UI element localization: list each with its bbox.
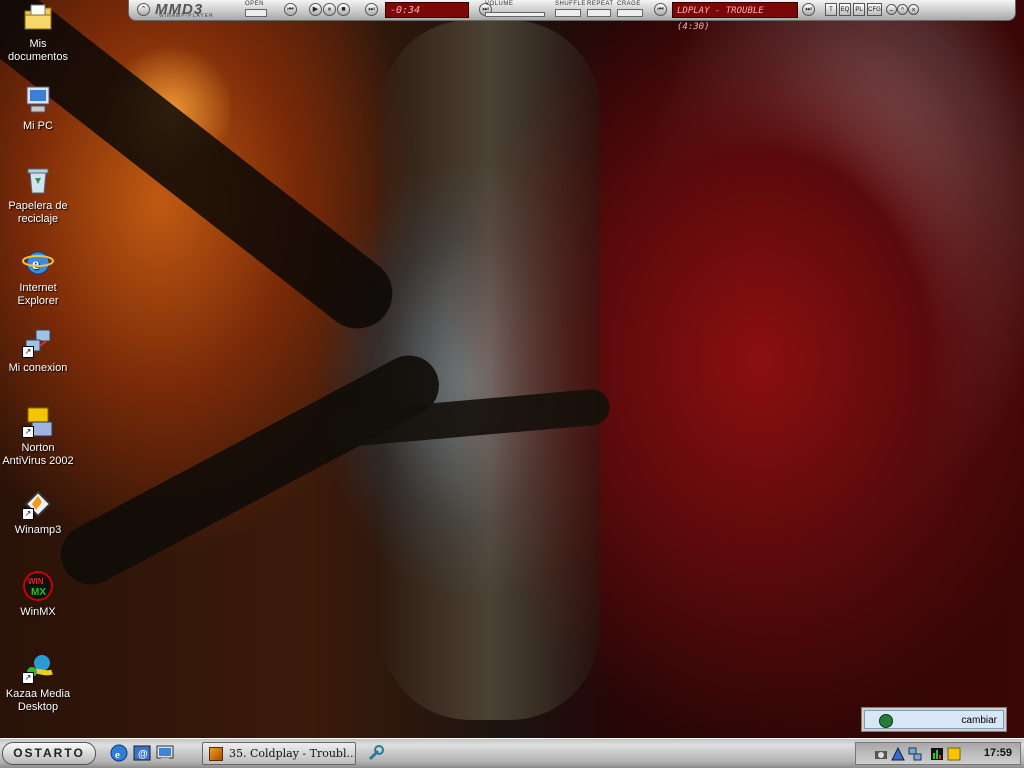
quicklaunch-desktop-icon[interactable] xyxy=(156,744,174,762)
config-button[interactable]: CFG xyxy=(867,3,882,16)
minimize-icon[interactable]: – xyxy=(886,4,897,15)
next-icon[interactable]: ⏭ xyxy=(365,3,378,16)
desktop-icon-mi-conexion[interactable]: ↗ Mi conexion xyxy=(0,326,76,375)
computer-icon xyxy=(22,84,54,116)
winamp-task-icon xyxy=(209,747,223,761)
crage-button[interactable] xyxy=(617,9,643,17)
open-button[interactable] xyxy=(245,9,267,17)
desktop-icon-label: Kazaa Media Desktop xyxy=(5,688,71,713)
desktop-icon-label: WinMX xyxy=(20,606,56,618)
desktop-icon-papelera[interactable]: Papelera de reciclaje xyxy=(0,164,76,226)
close-icon[interactable]: × xyxy=(908,4,919,15)
taskbar-item-label: 35. Coldplay - Troubl... xyxy=(229,747,356,760)
desktop-icon-label: Mis documentos xyxy=(8,38,68,63)
time-display: -0:34 xyxy=(385,2,469,18)
search-icon xyxy=(879,714,893,728)
repeat-label: REPEAT xyxy=(587,1,614,7)
svg-text:WIN: WIN xyxy=(28,577,44,586)
crage-label: CRAGE xyxy=(617,1,641,7)
t-button[interactable]: T xyxy=(825,3,837,16)
network-connection-icon: ↗ xyxy=(22,326,54,358)
repeat-button[interactable] xyxy=(587,9,611,17)
song-title-display: LDPLAY - TROUBLE (4:30) xyxy=(672,2,798,32)
playlist-button[interactable]: PL xyxy=(853,3,865,16)
shuffle-button[interactable] xyxy=(555,9,581,17)
desktop-wallpaper xyxy=(0,0,1024,740)
previous-icon[interactable]: ⏮ xyxy=(284,3,297,16)
search-deskbar[interactable]: cambiar xyxy=(861,707,1007,732)
svg-text:e: e xyxy=(115,749,120,761)
play-icon[interactable]: ▶ xyxy=(309,3,322,16)
media-player-bar[interactable]: ⌃ MMD3 WINAMP-PLAYER OPEN ⏮ ▶ ⏸ ■ ⏭ -0:3… xyxy=(128,0,1016,32)
taskbar-tool-icon[interactable] xyxy=(367,744,385,762)
player-menu-icon[interactable]: ⌃ xyxy=(137,3,150,16)
desktop-icon-label: Papelera de reciclaje xyxy=(8,200,68,225)
song-prev-icon[interactable]: ⏮ xyxy=(654,3,667,16)
kazaa-icon: ↗ xyxy=(22,652,54,684)
shortcut-arrow-icon: ↗ xyxy=(22,672,34,684)
network-tray-icon[interactable] xyxy=(908,747,922,761)
start-button[interactable]: OSTARTO xyxy=(2,742,96,765)
winmx-icon: WIN MX xyxy=(22,570,54,602)
svg-text:e: e xyxy=(32,256,39,273)
stop-icon[interactable]: ■ xyxy=(337,3,350,16)
internet-explorer-icon: e xyxy=(22,246,54,278)
search-input[interactable]: cambiar xyxy=(864,710,1004,729)
desktop-icon-winmx[interactable]: WIN MX WinMX xyxy=(0,570,76,619)
clock[interactable]: 17:59 xyxy=(984,747,1012,759)
taskbar-item-coldplay[interactable]: 35. Coldplay - Troubl... xyxy=(202,742,356,765)
quicklaunch-outlook-icon[interactable]: @ xyxy=(133,744,151,762)
svg-text:@: @ xyxy=(138,749,148,760)
taskbar: OSTARTO e @ 35. Coldplay - Troubl... 17:… xyxy=(0,738,1024,768)
shortcut-arrow-icon: ↗ xyxy=(22,346,34,358)
folder-documents-icon xyxy=(22,2,54,34)
desktop-icon-label: Winamp3 xyxy=(14,524,62,536)
maximize-icon[interactable]: ^ xyxy=(897,4,908,15)
meter-tray-icon[interactable] xyxy=(930,747,944,761)
desktop-icon-label: Internet Explorer xyxy=(17,282,59,307)
quicklaunch-ie-icon[interactable]: e xyxy=(110,744,128,762)
desktop-icon-winamp3[interactable]: ↗ Winamp3 xyxy=(0,488,76,537)
shuffle-label: SHUFFLE xyxy=(555,1,586,7)
system-tray: 17:59 xyxy=(855,742,1021,765)
desktop-icon-label: Norton AntiVirus 2002 xyxy=(2,442,74,467)
song-next-icon[interactable]: ⏭ xyxy=(802,3,815,16)
eq-button[interactable]: EQ xyxy=(839,3,851,16)
shortcut-arrow-icon: ↗ xyxy=(22,508,34,520)
search-text: cambiar xyxy=(961,715,997,726)
antivirus-tray-icon[interactable] xyxy=(947,747,961,761)
volume-slider[interactable] xyxy=(485,12,545,17)
desktop-icon-mi-pc[interactable]: Mi PC xyxy=(0,84,76,133)
desktop-icon-norton[interactable]: ↗ Norton AntiVirus 2002 xyxy=(0,406,76,468)
shortcut-arrow-icon: ↗ xyxy=(22,426,34,438)
desktop-icon-label: Mi PC xyxy=(23,120,53,132)
player-subtitle: WINAMP-PLAYER xyxy=(159,13,214,19)
winamp-icon: ↗ xyxy=(22,488,54,520)
tray-app-icon[interactable] xyxy=(891,746,905,761)
svg-text:MX: MX xyxy=(31,587,46,598)
recycle-bin-icon xyxy=(22,164,54,196)
desktop-icon-kazaa[interactable]: ↗ Kazaa Media Desktop xyxy=(0,652,76,714)
pause-icon[interactable]: ⏸ xyxy=(323,3,336,16)
desktop-icon-internet-explorer[interactable]: e Internet Explorer xyxy=(0,246,76,308)
volume-label: VOLUME xyxy=(485,1,514,7)
norton-antivirus-icon: ↗ xyxy=(22,406,54,438)
camera-tray-icon[interactable] xyxy=(874,747,888,761)
open-label: OPEN xyxy=(245,1,265,7)
desktop-icon-label: Mi conexion xyxy=(8,362,68,374)
desktop-icon-mis-documentos[interactable]: Mis documentos xyxy=(0,2,76,64)
